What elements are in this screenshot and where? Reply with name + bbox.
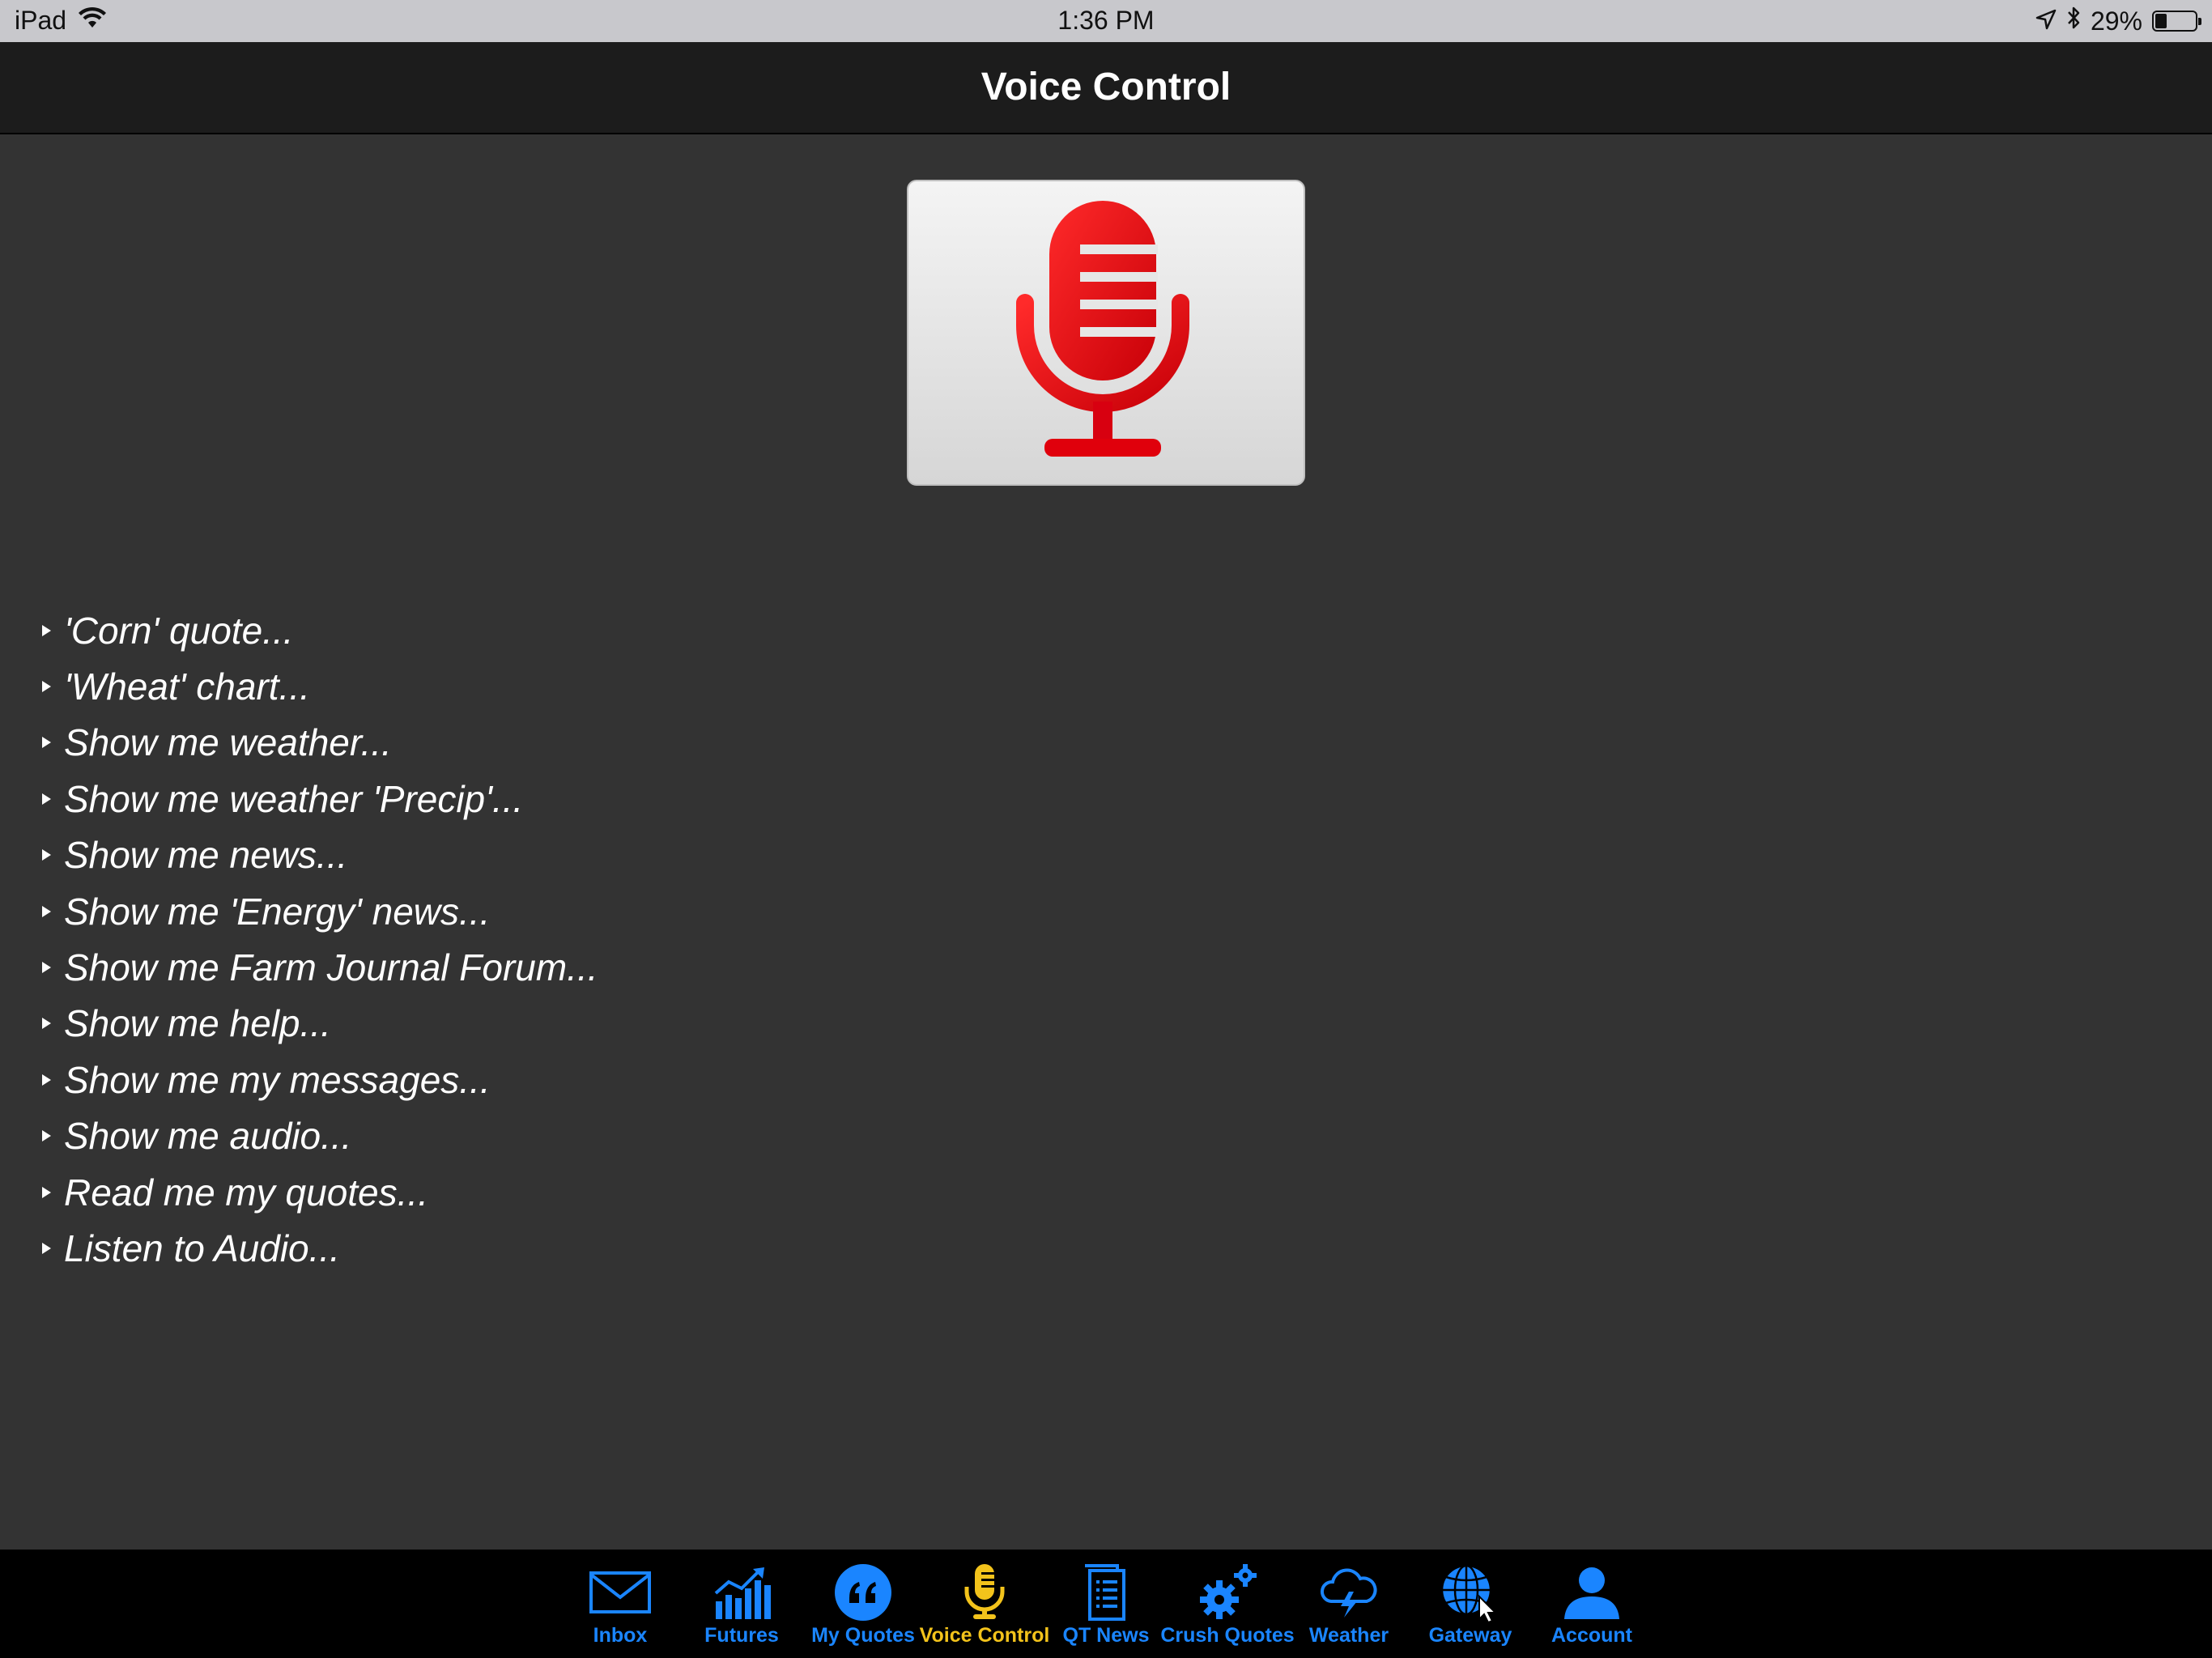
tab-label: My Quotes <box>811 1624 915 1647</box>
status-right: 29% <box>2035 6 2201 36</box>
tab-inbox[interactable]: Inbox <box>559 1550 681 1658</box>
bullet-triangle-icon <box>42 1073 51 1086</box>
voice-command-item: Show me weather 'Precip'... <box>42 771 598 827</box>
tab-label: Voice Control <box>919 1624 1050 1647</box>
tab-futures[interactable]: Futures <box>681 1550 802 1658</box>
battery-percent: 29% <box>2090 6 2142 36</box>
tab-label: Inbox <box>593 1624 648 1647</box>
navigation-bar: Voice Control <box>0 42 2212 134</box>
voice-command-text: Show me audio... <box>64 1115 352 1158</box>
microphone-button[interactable] <box>907 180 1305 486</box>
voice-command-text: Show me my messages... <box>64 1058 491 1101</box>
tab-label: Crush Quotes <box>1160 1624 1295 1647</box>
voice-command-text: Show me 'Energy' news... <box>64 890 491 933</box>
tab-label: Account <box>1551 1624 1632 1647</box>
bullet-triangle-icon <box>42 1186 51 1198</box>
storm-cloud-icon <box>1317 1564 1381 1621</box>
bullet-triangle-icon <box>42 1018 51 1030</box>
voice-command-item: Listen to Audio... <box>42 1220 598 1276</box>
voice-command-item: Show me help... <box>42 996 598 1052</box>
voice-command-item: 'Wheat' chart... <box>42 658 598 714</box>
voice-command-item: Show me my messages... <box>42 1052 598 1107</box>
tab-bar-items: Inbox Futures My Quotes Voice Control QT New… <box>0 1550 2212 1658</box>
document-icon <box>1074 1564 1138 1621</box>
tab-voice-control[interactable]: Voice Control <box>920 1550 1049 1658</box>
voice-command-list: 'Corn' quote... 'Wheat' chart... Show me w… <box>42 602 598 1277</box>
battery-icon <box>2152 11 2201 32</box>
tab-gateway[interactable]: Gateway <box>1410 1550 1531 1658</box>
tab-label: Gateway <box>1428 1624 1512 1647</box>
voice-command-item: Show me news... <box>42 827 598 883</box>
envelope-icon <box>588 1564 653 1621</box>
tab-label: QT News <box>1062 1624 1150 1647</box>
voice-command-text: Show me help... <box>64 1002 331 1045</box>
page-title: Voice Control <box>981 66 1231 108</box>
bullet-triangle-icon <box>42 1242 51 1254</box>
battery-fill <box>2155 14 2167 28</box>
status-time: 1:36 PM <box>1057 6 1155 35</box>
bullet-triangle-icon <box>42 962 51 974</box>
voice-command-text: Show me weather 'Precip'... <box>64 777 524 820</box>
bar-chart-icon <box>709 1564 774 1621</box>
bullet-triangle-icon <box>42 737 51 749</box>
location-arrow-icon <box>2035 6 2057 36</box>
gears-icon <box>1195 1564 1260 1621</box>
bullet-triangle-icon <box>42 793 51 805</box>
bullet-triangle-icon <box>42 905 51 917</box>
status-bar: iPad 1:36 PM 29% <box>0 0 2212 42</box>
voice-command-item: Show me Farm Journal Forum... <box>42 939 598 995</box>
person-icon <box>1559 1564 1624 1621</box>
tab-my-quotes[interactable]: My Quotes <box>802 1550 924 1658</box>
bullet-triangle-icon <box>42 1130 51 1142</box>
voice-command-item: Read me my quotes... <box>42 1164 598 1220</box>
tab-qt-news[interactable]: QT News <box>1045 1550 1167 1658</box>
globe-icon <box>1438 1564 1503 1622</box>
tab-weather[interactable]: Weather <box>1288 1550 1410 1658</box>
tab-account[interactable]: Account <box>1531 1550 1653 1658</box>
voice-command-text: 'Corn' quote... <box>64 609 294 652</box>
voice-command-item: Show me weather... <box>42 715 598 771</box>
voice-command-item: 'Corn' quote... <box>42 602 598 658</box>
voice-command-text: Read me my quotes... <box>64 1171 428 1214</box>
tab-label: Weather <box>1308 1624 1389 1647</box>
tab-crush-quotes[interactable]: Crush Quotes <box>1160 1550 1295 1658</box>
voice-command-text: Listen to Audio... <box>64 1226 340 1269</box>
voice-command-text: Show me weather... <box>64 721 392 764</box>
tab-label: Futures <box>704 1624 779 1647</box>
voice-command-text: 'Wheat' chart... <box>64 665 310 708</box>
voice-command-text: Show me news... <box>64 834 348 877</box>
screen: iPad 1:36 PM 29% Voice Control 'Corn' qu… <box>0 0 2212 1658</box>
voice-command-item: Show me audio... <box>42 1108 598 1164</box>
voice-command-item: Show me 'Energy' news... <box>42 883 598 939</box>
tab-bar: Inbox Futures My Quotes Voice Control QT New… <box>0 1550 2212 1658</box>
bullet-triangle-icon <box>42 681 51 693</box>
voice-command-text: Show me Farm Journal Forum... <box>64 946 598 989</box>
bullet-triangle-icon <box>42 849 51 861</box>
quote-icon <box>831 1564 895 1621</box>
bluetooth-icon <box>2066 6 2081 36</box>
microphone-icon <box>1016 201 1189 457</box>
bullet-triangle-icon <box>42 624 51 636</box>
microphone-icon <box>952 1564 1017 1621</box>
